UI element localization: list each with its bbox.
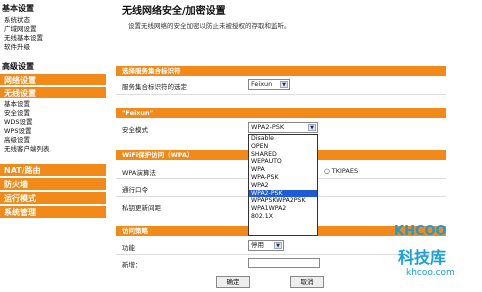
- sidebar-subitem-basic[interactable]: 基本设置: [0, 100, 106, 109]
- sidebar-heading-advanced: 高级设置: [2, 62, 34, 71]
- ssid-section-header: 选择服务集合标识符: [116, 66, 446, 76]
- sidebar-item-wan[interactable]: 广域网设置: [0, 25, 106, 34]
- policy-label: 功能: [122, 244, 135, 252]
- dropdown-option[interactable]: Disable: [249, 135, 317, 143]
- dropdown-option[interactable]: WPA-PSK: [249, 174, 317, 182]
- ssid-label: 服务集合标识符的选定: [122, 83, 187, 91]
- feixun-section-header: "Feixun": [116, 108, 446, 118]
- passphrase-label: 通行口令: [122, 186, 148, 194]
- rekey-interval-label: 私钥更新间距: [122, 204, 161, 212]
- sidebar-item-wireless[interactable]: 无线设置: [0, 87, 106, 100]
- policy-select[interactable]: 停用 ▼: [248, 240, 284, 251]
- radio-icon: ○: [324, 167, 332, 175]
- sidebar-item-network[interactable]: 网络设置: [0, 74, 106, 87]
- wpa-algorithm-label: WPA演算法: [122, 169, 156, 177]
- divider: [116, 94, 446, 95]
- ssid-select[interactable]: Feixun ▼: [248, 79, 290, 90]
- chevron-down-icon: ▼: [274, 242, 282, 249]
- ssid-select-value: Feixun: [251, 80, 273, 88]
- dropdown-option-selected[interactable]: WPA2-PSK: [249, 189, 317, 198]
- security-mode-label: 安全模式: [122, 126, 148, 134]
- sidebar-item-system-status[interactable]: 系统状态: [0, 16, 106, 25]
- sidebar-subitem-clients[interactable]: 无线客户端列表: [0, 145, 106, 154]
- security-mode-select[interactable]: WPA2-PSK ▼: [248, 122, 318, 133]
- sidebar-item-nat[interactable]: NAT/路由: [0, 164, 106, 178]
- watermark: KHCOO 科技库 khcoo.com: [386, 216, 472, 286]
- sidebar: 基本设置 系统状态 广域网设置 无线基本设置 软件升级 高级设置 网络设置 无线…: [0, 0, 106, 292]
- wpa-algorithm-option-label: TKIPAES: [331, 167, 359, 175]
- dropdown-option[interactable]: WEPAUTO: [249, 158, 317, 166]
- add-mac-input[interactable]: [248, 258, 320, 268]
- sidebar-item-firmware[interactable]: 软件升级: [0, 43, 106, 52]
- page-title: 无线网络安全/加密设置: [122, 6, 226, 17]
- dropdown-option[interactable]: OPEN: [249, 143, 317, 151]
- sidebar-item-wireless-basic[interactable]: 无线基本设置: [0, 34, 106, 43]
- sidebar-heading-basic: 基本设置: [2, 4, 34, 13]
- chevron-down-icon: ▼: [308, 124, 316, 131]
- sidebar-item-system[interactable]: 系统管理: [0, 206, 106, 220]
- sidebar-subitem-wps[interactable]: WPS设置: [0, 127, 106, 136]
- wpa-algorithm-tkipaes[interactable]: ○ TKIPAES: [324, 167, 358, 175]
- dropdown-option[interactable]: WPA: [249, 166, 317, 174]
- page-description: 设置无线网络的安全加密以防止未被授权的存取和监听。: [128, 22, 291, 30]
- add-mac-label: 新增：: [122, 261, 142, 269]
- sidebar-subitem-advanced[interactable]: 高级设置: [0, 136, 106, 145]
- sidebar-item-firewall[interactable]: 防火墙: [0, 178, 106, 192]
- security-mode-dropdown-list[interactable]: Disable OPEN SHARED WEPAUTO WPA WPA-PSK …: [248, 134, 318, 236]
- dropdown-option[interactable]: WPA1WPA2: [249, 205, 317, 213]
- chevron-down-icon: ▼: [280, 81, 288, 88]
- dropdown-option[interactable]: WPA2: [249, 182, 317, 190]
- sidebar-subitem-security[interactable]: 安全设置: [0, 109, 106, 118]
- watermark-logo: KHCOO: [394, 224, 447, 239]
- security-mode-value: WPA2-PSK: [251, 123, 285, 131]
- watermark-url: khcoo.com: [406, 268, 455, 278]
- dropdown-option[interactable]: WPAPSKWPA2PSK: [249, 197, 317, 205]
- sidebar-item-mode[interactable]: 运行模式: [0, 192, 106, 206]
- ok-button[interactable]: 确定: [216, 276, 250, 288]
- cancel-button[interactable]: 取消: [290, 276, 324, 288]
- dropdown-option[interactable]: 802.1X: [249, 213, 317, 221]
- dropdown-option[interactable]: SHARED: [249, 151, 317, 159]
- watermark-brand: 科技库: [398, 248, 447, 267]
- policy-select-value: 停用: [251, 241, 264, 249]
- sidebar-subitem-wds[interactable]: WDS设置: [0, 118, 106, 127]
